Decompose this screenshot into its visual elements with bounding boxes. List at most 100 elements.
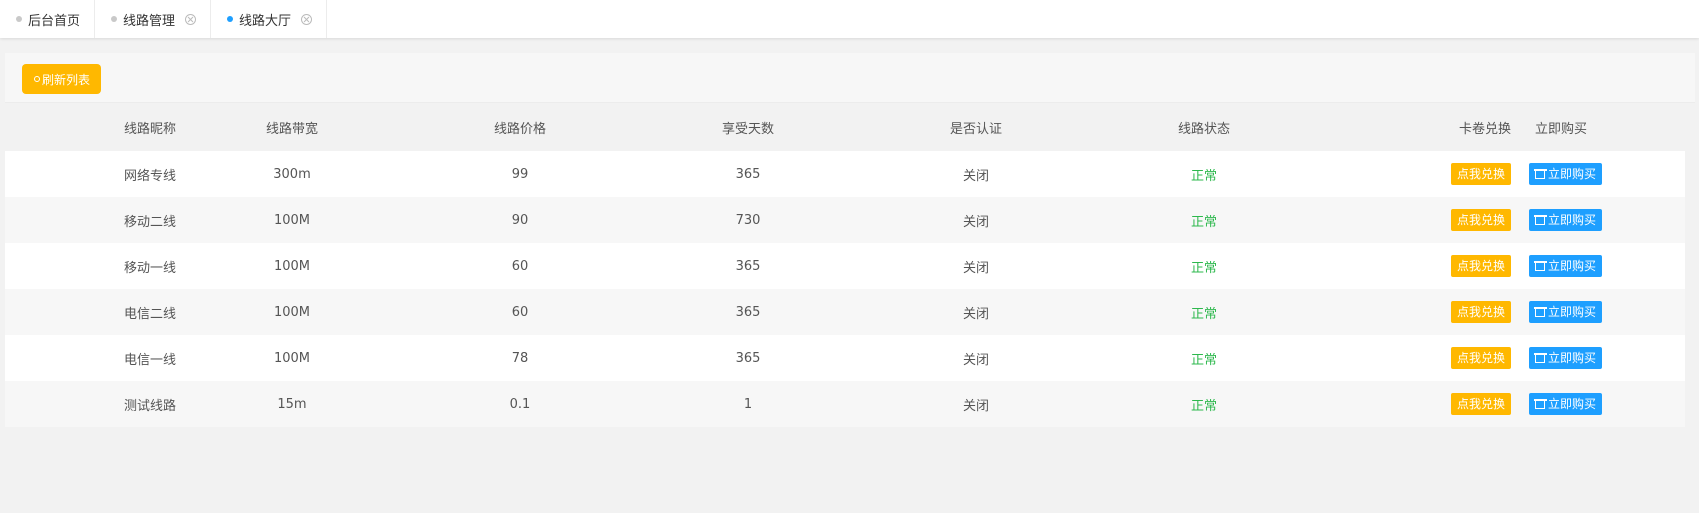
tab-label: 线路大厅 <box>239 13 292 29</box>
tab-label: 线路管理 <box>123 13 176 29</box>
cell-price: 90 <box>511 212 529 228</box>
table-row: 电信二线 100M 60 365 关闭 正常 点我兑换 立即购买 <box>5 289 1685 335</box>
cell-status: 正常 <box>1190 306 1217 322</box>
cell-days: 365 <box>735 304 761 320</box>
cell-price: 60 <box>511 258 529 274</box>
cell-exchange: 点我兑换 <box>1318 381 1513 427</box>
column-header-exchange: 卡卷兑换 <box>1458 121 1511 137</box>
cell-name: 移动二线 <box>123 214 176 230</box>
close-icon[interactable] <box>301 13 313 25</box>
buy-now-label: 立即购买 <box>1548 259 1597 273</box>
column-header-price: 线路价格 <box>493 121 546 137</box>
exchange-button[interactable]: 点我兑换 <box>1450 301 1511 323</box>
cell-bandwidth: 300m <box>273 166 311 182</box>
main-panel: 刷新列表 线路昵称 线路带宽 线路价格 享受天数 是否认证 线路状态 卡卷兑换 … <box>5 53 1695 513</box>
cell-name: 移动一线 <box>123 260 176 276</box>
exchange-button[interactable]: 点我兑换 <box>1450 393 1511 415</box>
close-icon[interactable] <box>185 13 197 25</box>
cell-buy: 立即购买 <box>1513 335 1685 381</box>
column-header-days: 享受天数 <box>721 121 774 137</box>
table-row: 网络专线 300m 99 365 关闭 正常 点我兑换 立即购买 <box>5 151 1685 197</box>
cell-status: 正常 <box>1190 214 1217 230</box>
tab-dot-icon <box>227 16 234 22</box>
buy-now-label: 立即购买 <box>1548 351 1597 365</box>
cell-price: 78 <box>511 350 529 366</box>
cart-icon <box>1534 307 1547 317</box>
cell-buy: 立即购买 <box>1513 197 1685 243</box>
cell-exchange: 点我兑换 <box>1318 197 1513 243</box>
column-header-status: 线路状态 <box>1177 121 1230 137</box>
line-table: 线路昵称 线路带宽 线路价格 享受天数 是否认证 线路状态 卡卷兑换 立即购买 … <box>5 103 1685 427</box>
buy-now-label: 立即购买 <box>1548 305 1597 319</box>
buy-now-button[interactable]: 立即购买 <box>1529 163 1603 185</box>
tab-dot-icon <box>16 16 22 22</box>
cell-verified: 关闭 <box>962 352 989 368</box>
column-header-buy: 立即购买 <box>1535 121 1588 137</box>
cell-price: 0.1 <box>509 396 531 412</box>
cart-icon <box>1534 399 1547 409</box>
cell-name: 电信一线 <box>123 352 176 368</box>
tab-line-hall[interactable]: 线路大厅 <box>211 0 328 38</box>
cell-verified: 关闭 <box>962 398 989 414</box>
table-row: 测试线路 15m 0.1 1 关闭 正常 点我兑换 立即购买 <box>5 381 1685 427</box>
cart-icon <box>1534 261 1547 271</box>
table-header-row: 线路昵称 线路带宽 线路价格 享受天数 是否认证 线路状态 卡卷兑换 立即购买 <box>5 103 1685 151</box>
buy-now-button[interactable]: 立即购买 <box>1529 209 1603 231</box>
cell-price: 60 <box>511 304 529 320</box>
cell-bandwidth: 100M <box>273 304 311 320</box>
exchange-button[interactable]: 点我兑换 <box>1450 347 1511 369</box>
cell-name: 网络专线 <box>123 168 176 184</box>
refresh-list-button[interactable]: 刷新列表 <box>22 64 102 94</box>
cell-bandwidth: 100M <box>273 212 311 228</box>
cart-icon <box>1534 169 1547 179</box>
exchange-button[interactable]: 点我兑换 <box>1450 255 1511 277</box>
table-row: 移动一线 100M 60 365 关闭 正常 点我兑换 立即购买 <box>5 243 1685 289</box>
cell-buy: 立即购买 <box>1513 151 1685 197</box>
cell-buy: 立即购买 <box>1513 289 1685 335</box>
buy-now-button[interactable]: 立即购买 <box>1529 255 1603 277</box>
cell-days: 1 <box>743 396 753 412</box>
table-row: 移动二线 100M 90 730 关闭 正常 点我兑换 立即购买 <box>5 197 1685 243</box>
cell-days: 365 <box>735 166 761 182</box>
cell-exchange: 点我兑换 <box>1318 151 1513 197</box>
column-header-verified: 是否认证 <box>949 121 1002 137</box>
cell-verified: 关闭 <box>962 214 989 230</box>
buy-now-label: 立即购买 <box>1548 167 1597 181</box>
exchange-button[interactable]: 点我兑换 <box>1450 163 1511 185</box>
column-header-name: 线路昵称 <box>123 121 176 137</box>
cell-status: 正常 <box>1190 260 1217 276</box>
cell-bandwidth: 100M <box>273 258 311 274</box>
table-row: 电信一线 100M 78 365 关闭 正常 点我兑换 立即购买 <box>5 335 1685 381</box>
buy-now-button[interactable]: 立即购买 <box>1529 301 1603 323</box>
cell-bandwidth: 100M <box>273 350 311 366</box>
tab-label: 后台首页 <box>28 13 81 29</box>
cell-price: 99 <box>511 166 529 182</box>
cell-buy: 立即购买 <box>1513 381 1685 427</box>
cell-verified: 关闭 <box>962 260 989 276</box>
buy-now-button[interactable]: 立即购买 <box>1529 347 1603 369</box>
cell-verified: 关闭 <box>962 306 989 322</box>
refresh-label: 刷新列表 <box>42 72 91 87</box>
cell-exchange: 点我兑换 <box>1318 243 1513 289</box>
tab-bar: 后台首页 线路管理 线路大厅 <box>0 0 1699 38</box>
cart-icon <box>1534 215 1547 225</box>
cell-buy: 立即购买 <box>1513 243 1685 289</box>
cell-days: 730 <box>735 212 761 228</box>
buy-now-button[interactable]: 立即购买 <box>1529 393 1603 415</box>
cell-status: 正常 <box>1190 352 1217 368</box>
cell-days: 365 <box>735 258 761 274</box>
buy-now-label: 立即购买 <box>1548 213 1597 227</box>
tab-home[interactable]: 后台首页 <box>0 0 96 38</box>
cell-name: 测试线路 <box>123 398 176 414</box>
cell-days: 365 <box>735 350 761 366</box>
cell-name: 电信二线 <box>123 306 176 322</box>
tab-line-management[interactable]: 线路管理 <box>95 0 212 38</box>
exchange-button[interactable]: 点我兑换 <box>1450 209 1511 231</box>
toolbar: 刷新列表 <box>5 53 1695 103</box>
tab-dot-icon <box>111 16 118 22</box>
cell-status: 正常 <box>1190 168 1217 184</box>
buy-now-label: 立即购买 <box>1548 397 1597 411</box>
cell-exchange: 点我兑换 <box>1318 289 1513 335</box>
cell-verified: 关闭 <box>962 168 989 184</box>
cell-exchange: 点我兑换 <box>1318 335 1513 381</box>
